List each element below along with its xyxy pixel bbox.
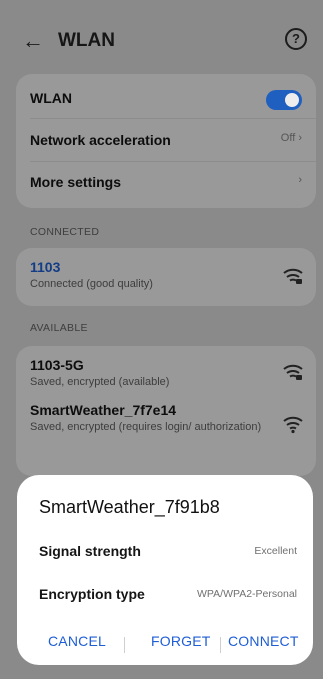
encryption-type-value: WPA/WPA2-Personal bbox=[197, 588, 297, 600]
network-details-dialog: SmartWeather_7f91b8 Signal strength Exce… bbox=[17, 475, 313, 665]
app-bar: ← WLAN ? bbox=[0, 20, 323, 64]
connected-section-label: CONNECTED bbox=[30, 226, 100, 238]
cancel-button[interactable]: CANCEL bbox=[48, 633, 106, 649]
more-settings-label: More settings bbox=[30, 174, 122, 190]
connected-ssid: 1103 bbox=[30, 259, 61, 275]
dialog-title: SmartWeather_7f91b8 bbox=[39, 497, 220, 517]
chevron-right-icon: › bbox=[298, 174, 302, 186]
encryption-type-row: Encryption type WPA/WPA2-Personal bbox=[39, 586, 297, 602]
wifi-signal-icon bbox=[283, 268, 303, 284]
network-status: Saved, encrypted (requires login/ author… bbox=[30, 421, 262, 433]
signal-strength-value: Excellent bbox=[254, 545, 297, 557]
forget-button[interactable]: FORGET bbox=[151, 633, 211, 649]
back-arrow-icon[interactable]: ← bbox=[22, 28, 44, 54]
network-ssid: 1103-5G bbox=[30, 357, 84, 373]
divider bbox=[220, 637, 221, 653]
network-ssid: SmartWeather_7f7e14 bbox=[30, 402, 177, 418]
wifi-signal-icon bbox=[283, 416, 303, 434]
dialog-actions: CANCEL FORGET CONNECT bbox=[17, 633, 313, 655]
page-title: WLAN bbox=[58, 30, 115, 51]
divider bbox=[124, 637, 125, 653]
connected-network-row[interactable]: 1103 Connected (good quality) bbox=[30, 259, 302, 291]
help-icon[interactable]: ? bbox=[285, 28, 307, 50]
network-acceleration-label: Network acceleration bbox=[30, 132, 171, 148]
wlan-settings-card: WLAN Network acceleration Off › More set… bbox=[16, 74, 316, 208]
network-list-item[interactable]: SmartWeather_7f7e14 Saved, encrypted (re… bbox=[30, 402, 268, 434]
wlan-toggle-row[interactable]: WLAN bbox=[30, 90, 302, 110]
more-settings-row[interactable]: More settings › bbox=[30, 174, 302, 190]
connected-network-card[interactable]: 1103 Connected (good quality) bbox=[16, 248, 316, 306]
available-networks-card: 1103-5G Saved, encrypted (available) Sma… bbox=[16, 346, 316, 476]
signal-strength-row: Signal strength Excellent bbox=[39, 543, 297, 559]
divider bbox=[30, 161, 316, 162]
network-acceleration-value: Off › bbox=[280, 132, 302, 144]
available-section-label: AVAILABLE bbox=[30, 322, 88, 334]
network-status: Saved, encrypted (available) bbox=[30, 376, 170, 388]
wlan-label: WLAN bbox=[30, 90, 72, 106]
network-list-item[interactable]: 1103-5G Saved, encrypted (available) bbox=[30, 357, 302, 389]
divider bbox=[30, 118, 316, 119]
network-acceleration-row[interactable]: Network acceleration Off › bbox=[30, 132, 302, 148]
wifi-signal-icon bbox=[283, 364, 303, 380]
connected-status: Connected (good quality) bbox=[30, 278, 153, 290]
connect-button[interactable]: CONNECT bbox=[228, 633, 299, 649]
wlan-toggle[interactable] bbox=[266, 90, 302, 110]
